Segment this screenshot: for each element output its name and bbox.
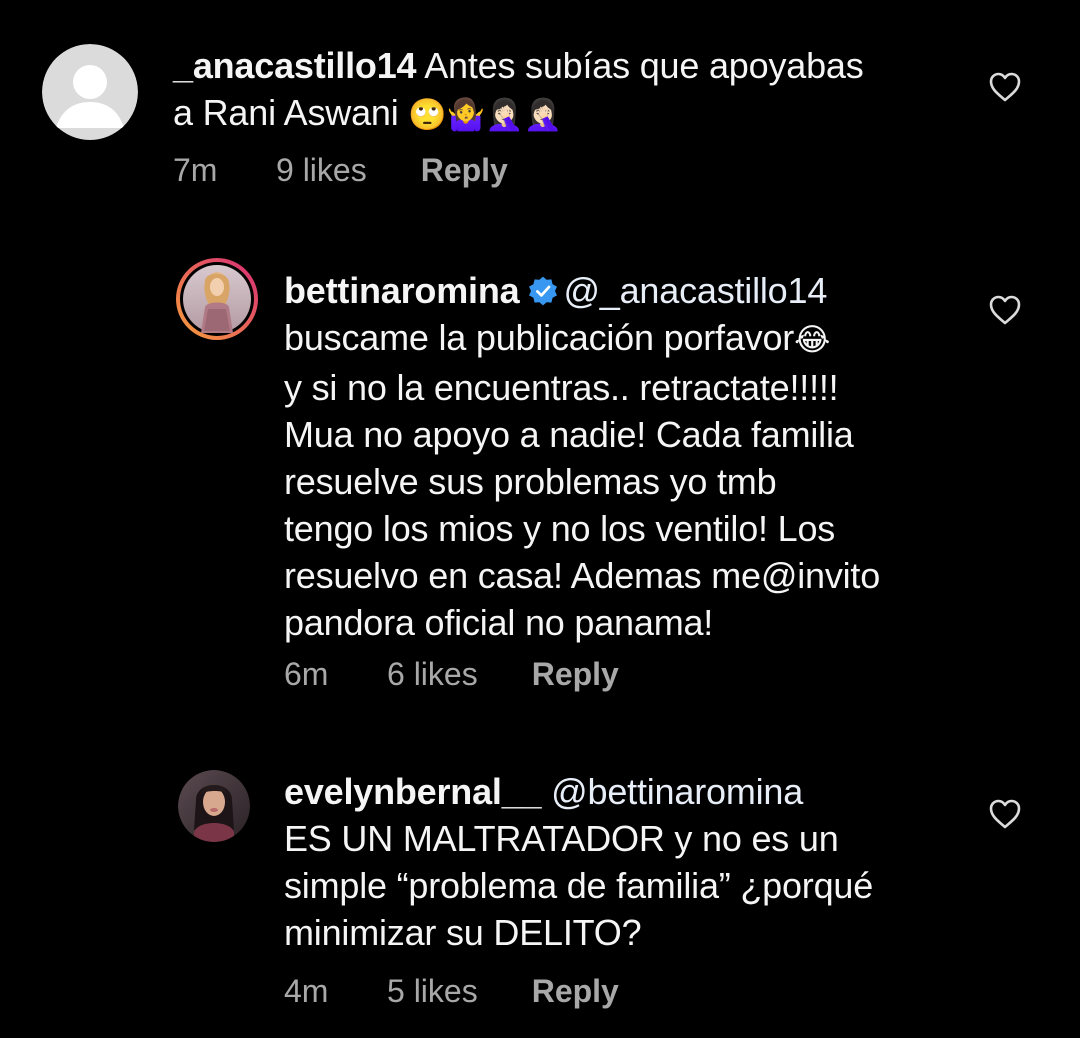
comment-text: resuelve sus problemas yo tmb xyxy=(284,461,777,502)
comment-meta: 4m 5 likes Reply xyxy=(284,973,619,1010)
default-avatar-icon xyxy=(42,44,138,140)
comment-body: bettinaromina @_anacastillo14 buscame la… xyxy=(284,267,984,646)
heart-outline-icon[interactable] xyxy=(988,71,1022,103)
heart-outline-icon[interactable] xyxy=(988,798,1022,830)
comment-username[interactable]: bettinaromina xyxy=(284,270,520,311)
comment-reply-item: bettinaromina @_anacastillo14 buscame la… xyxy=(0,230,1080,740)
profile-photo-icon xyxy=(178,770,250,842)
comment-likes[interactable]: 9 likes xyxy=(276,152,367,189)
comment-text: ES UN MALTRATADOR y no es un xyxy=(284,818,839,859)
comment-timestamp: 7m xyxy=(173,152,218,188)
comment-timestamp: 6m xyxy=(284,656,329,692)
comment-text: resuelvo en casa! Ademas me@invito xyxy=(284,555,881,596)
avatar-story-ring[interactable] xyxy=(175,257,259,341)
comment-text: pandora oficial no panama! xyxy=(284,602,714,643)
comment-likes[interactable]: 5 likes xyxy=(387,973,478,1010)
emoji-group: 🙄🤷‍♀️🤦🏻‍♀️🤦🏻‍♀️ xyxy=(408,97,562,133)
avatar[interactable] xyxy=(178,770,250,842)
comment-body: evelynbernal__ @bettinaromina ES UN MALT… xyxy=(284,768,984,956)
reply-button[interactable]: Reply xyxy=(421,152,508,189)
reply-button[interactable]: Reply xyxy=(532,973,619,1010)
verified-badge-icon xyxy=(529,276,558,306)
mention-link[interactable]: @bettinaromina xyxy=(551,771,803,812)
emoji-laughing: 😂 xyxy=(794,322,831,358)
avatar[interactable] xyxy=(42,44,138,140)
comment-text: Antes subías que apoyabas xyxy=(424,45,864,86)
comment-meta: 7m 9 likes Reply xyxy=(173,152,508,189)
comment-text: buscame la publicación porfavor xyxy=(284,317,795,358)
comment-body: _anacastillo14 Antes subías que apoyabas… xyxy=(173,42,963,139)
comment-text: y si no la encuentras.. retractate!!!!! xyxy=(284,367,839,408)
mention-link[interactable]: @_anacastillo14 xyxy=(563,270,827,311)
comment-timestamp: 4m xyxy=(284,973,329,1009)
comment-text: minimizar su DELITO? xyxy=(284,912,642,953)
heart-outline-icon[interactable] xyxy=(988,294,1022,326)
comment-text: tengo los mios y no los ventilo! Los xyxy=(284,508,836,549)
comment-item: _anacastillo14 Antes subías que apoyabas… xyxy=(0,0,1080,230)
reply-button[interactable]: Reply xyxy=(532,656,619,693)
comment-username[interactable]: _anacastillo14 xyxy=(173,45,417,86)
comment-text: a Rani Aswani xyxy=(173,92,399,133)
comment-meta: 6m 6 likes Reply xyxy=(284,656,619,693)
comment-username[interactable]: evelynbernal__ xyxy=(284,771,542,812)
comment-text: Mua no apoyo a nadie! Cada familia xyxy=(284,414,854,455)
profile-photo-icon xyxy=(176,258,258,340)
comment-reply-item: evelynbernal__ @bettinaromina ES UN MALT… xyxy=(0,740,1080,1038)
comment-likes[interactable]: 6 likes xyxy=(387,656,478,693)
comment-text: simple “problema de familia” ¿porqué xyxy=(284,865,874,906)
